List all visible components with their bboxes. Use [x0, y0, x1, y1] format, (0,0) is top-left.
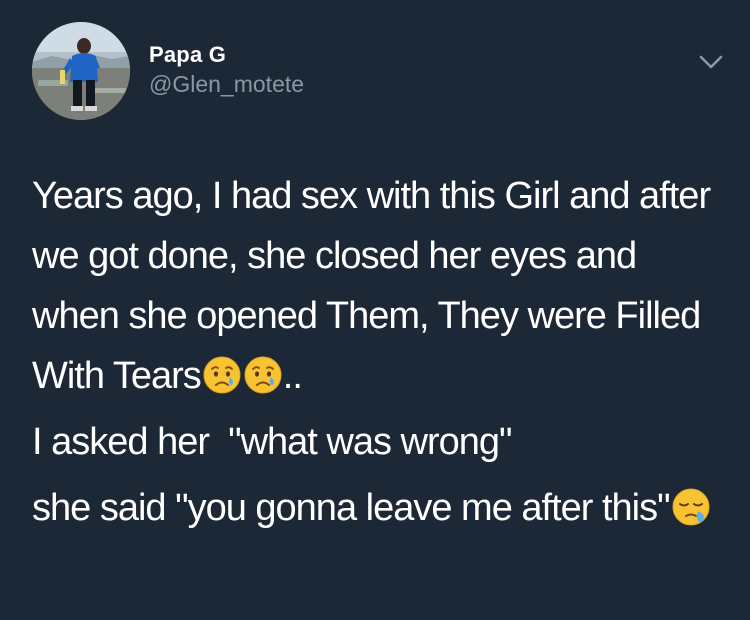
- tweet-text-3: she said "you gonna leave me after this": [32, 487, 671, 529]
- tweet-text-2: I asked her "what was wrong": [32, 421, 513, 463]
- tweet-paragraph-2: I asked her "what was wrong": [32, 412, 726, 472]
- tweet-text-1: Years ago, I had sex with this Girl and …: [32, 175, 720, 397]
- chevron-down-icon[interactable]: [696, 50, 726, 74]
- crying-face-emoji: [243, 353, 283, 394]
- tweet-paragraph-1: Years ago, I had sex with this Girl and …: [32, 166, 726, 406]
- author-names: Papa G @Glen_motete: [149, 42, 304, 98]
- avatar-photo: [32, 22, 130, 120]
- tweet-paragraph-3: she said "you gonna leave me after this": [32, 478, 726, 538]
- tweet-header: Papa G @Glen_motete: [32, 22, 726, 122]
- user-handle[interactable]: @Glen_motete: [149, 70, 304, 98]
- tweet-text-1-suffix: ..: [282, 355, 303, 397]
- display-name[interactable]: Papa G: [149, 42, 304, 68]
- tweet-card: Papa G @Glen_motete Years ago, I had sex…: [0, 0, 750, 620]
- tweet-body: Years ago, I had sex with this Girl and …: [32, 166, 726, 538]
- sleepy-face-emoji: [671, 485, 711, 526]
- crying-face-emoji: [202, 353, 242, 394]
- avatar[interactable]: [32, 22, 130, 120]
